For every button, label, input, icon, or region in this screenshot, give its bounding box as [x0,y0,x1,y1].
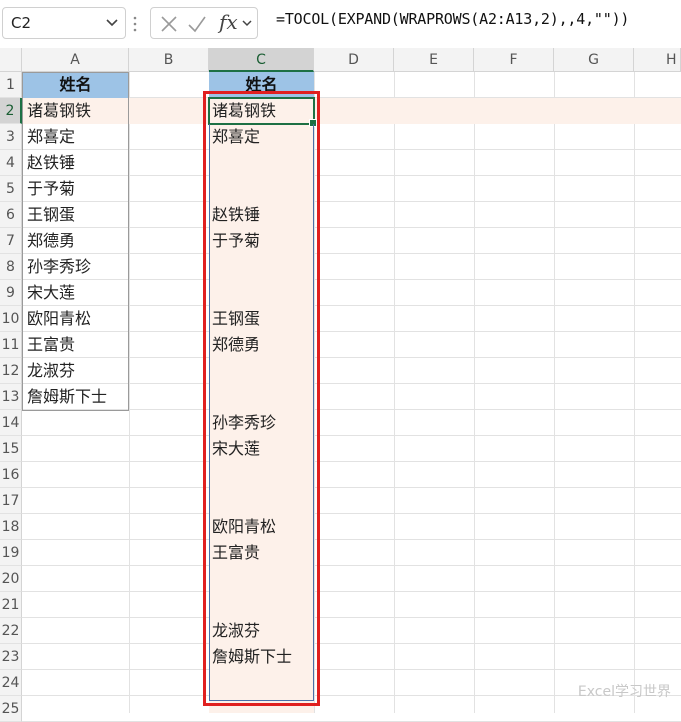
row-header[interactable]: 4 [0,150,22,176]
cell-a13[interactable]: 詹姆斯下士 [27,384,107,410]
chevron-down-icon[interactable] [241,15,253,31]
gridline-horizontal [22,591,681,592]
row-header[interactable]: 11 [0,332,22,358]
cell-a7[interactable]: 郑德勇 [27,228,75,254]
gridline-horizontal [22,617,681,618]
row-header[interactable]: 9 [0,280,22,306]
gridline-horizontal [22,565,681,566]
gridline-horizontal [22,513,681,514]
red-annotation-box [203,91,320,706]
row-header[interactable]: 20 [0,566,22,592]
row-header[interactable]: 23 [0,644,22,670]
row-header[interactable]: 8 [0,254,22,280]
select-all-corner[interactable] [0,48,22,72]
column-header-g[interactable]: G [554,48,634,72]
cell-a11[interactable]: 王富贵 [27,332,75,358]
row-header[interactable]: 15 [0,436,22,462]
cell-a8[interactable]: 孙李秀珍 [27,254,91,280]
gridline-horizontal [22,669,681,670]
row-header[interactable]: 22 [0,618,22,644]
chevron-down-icon[interactable] [105,13,119,31]
formula-controls: fx [150,7,258,39]
formula-input[interactable]: =TOCOL(EXPAND(WRAPROWS(A2:A13,2),,4,"")) [276,10,629,28]
row-header[interactable]: 18 [0,514,22,540]
formula-bar: C2 fx =TOCOL(EXPAND(WRAPROWS(A2:A13,2),,… [0,0,681,48]
column-header-c[interactable]: C [209,48,314,72]
cell-a3[interactable]: 郑喜定 [27,124,75,150]
gridline-horizontal [22,643,681,644]
cell-a10[interactable]: 欧阳青松 [27,306,91,332]
name-box[interactable]: C2 [2,7,126,39]
row-header[interactable]: 10 [0,306,22,332]
row-header[interactable]: 13 [0,384,22,410]
row-header[interactable]: 24 [0,670,22,696]
cell-a12[interactable]: 龙淑芬 [27,358,75,384]
gridline-horizontal [22,487,681,488]
cell-a9[interactable]: 宋大莲 [27,280,75,306]
row-header[interactable]: 5 [0,176,22,202]
cancel-icon[interactable] [159,14,179,34]
cell-a5[interactable]: 于予菊 [27,176,75,202]
worksheet-grid[interactable]: A B C D E F G H 1 2 3 4 5 6 7 8 9 10 11 12 13 14 15 16 1… [0,48,681,722]
cell-a4[interactable]: 赵铁锤 [27,150,75,176]
cell-a2[interactable]: 诸葛钢铁 [27,98,91,124]
column-header-f[interactable]: F [474,48,554,72]
enter-check-icon[interactable] [187,14,207,34]
row-header[interactable]: 7 [0,228,22,254]
row-header[interactable]: 12 [0,358,22,384]
drag-handle-icon[interactable] [133,14,137,34]
column-header-b[interactable]: B [129,48,209,72]
row-header[interactable]: 17 [0,488,22,514]
column-header-h[interactable]: H [634,48,681,72]
row-header[interactable]: 2 [0,98,22,124]
row-header[interactable]: 6 [0,202,22,228]
gridline-horizontal [22,539,681,540]
column-header-d[interactable]: D [314,48,394,72]
row-header[interactable]: 25 [0,696,22,722]
watermark: Excel学习世界 [577,684,671,700]
column-header-a[interactable]: A [22,48,129,72]
row-header[interactable]: 3 [0,124,22,150]
row-header[interactable]: 16 [0,462,22,488]
cell-a6[interactable]: 王钢蛋 [27,202,75,228]
row-header[interactable]: 14 [0,410,22,436]
row-header[interactable]: 19 [0,540,22,566]
gridline-horizontal [22,435,681,436]
name-box-value: C2 [11,14,32,32]
gridline-horizontal [22,461,681,462]
row-header[interactable]: 1 [0,72,22,98]
insert-function-icon[interactable]: fx [219,10,238,34]
row-header[interactable]: 21 [0,592,22,618]
column-header-e[interactable]: E [394,48,474,72]
